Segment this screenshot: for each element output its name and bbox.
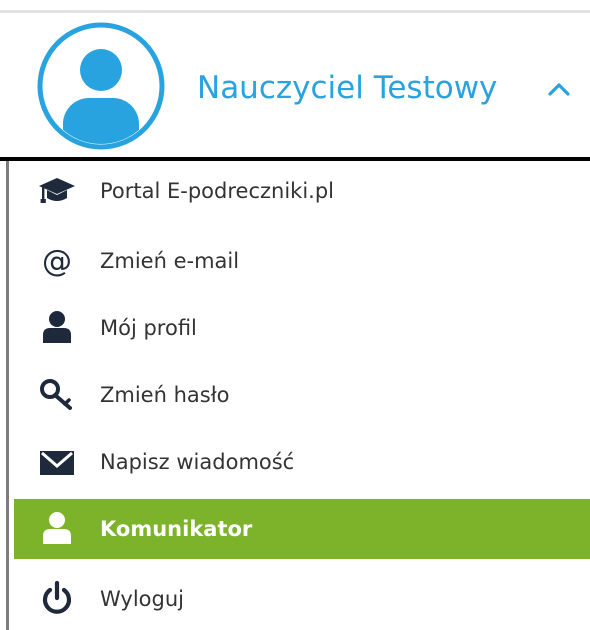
menu-item-label: Napisz wiadomość — [100, 450, 295, 474]
user-avatar-icon — [37, 22, 165, 150]
user-dropdown-menu: Portal E-podreczniki.pl @ Zmień e-mail M… — [0, 161, 590, 630]
menu-item-6[interactable]: Komunikator — [14, 499, 590, 559]
user-icon — [37, 308, 77, 348]
user-name[interactable]: Nauczyciel Testowy — [197, 68, 497, 108]
at-sign-icon: @ — [37, 241, 77, 281]
key-icon — [37, 375, 77, 415]
menu-item-label: Portal E-podreczniki.pl — [100, 179, 335, 203]
menu-item-3[interactable]: Mój profil — [14, 298, 590, 358]
graduation-cap-icon — [37, 171, 77, 211]
user-menu-toggle[interactable]: Nauczyciel Testowy — [0, 13, 590, 158]
envelope-icon — [37, 442, 77, 482]
menu-item-label: Mój profil — [100, 316, 197, 340]
menu-item-label: Wyloguj — [100, 587, 184, 611]
user-menu-page: Nauczyciel Testowy Portal E-podreczniki.… — [0, 0, 590, 630]
chevron-up-icon[interactable] — [547, 81, 571, 97]
user-icon — [37, 509, 77, 549]
menu-item-5[interactable]: Napisz wiadomość — [14, 432, 590, 492]
menu-item-7[interactable]: Wyloguj — [14, 569, 590, 629]
svg-text:@: @ — [42, 244, 72, 279]
menu-item-label: Komunikator — [100, 517, 253, 541]
menu-item-label: Zmień e-mail — [100, 249, 240, 273]
menu-item-4[interactable]: Zmień hasło — [14, 365, 590, 425]
menu-item-1[interactable]: Portal E-podreczniki.pl — [14, 161, 590, 221]
power-icon — [37, 579, 77, 619]
menu-left-border — [6, 161, 9, 630]
menu-item-2[interactable]: @ Zmień e-mail — [14, 231, 590, 291]
menu-item-label: Zmień hasło — [100, 383, 230, 407]
